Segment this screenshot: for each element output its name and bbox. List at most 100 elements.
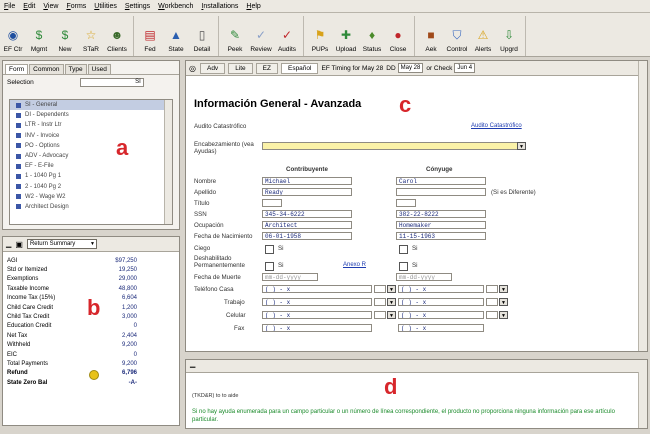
tab-common[interactable]: Common [29, 64, 64, 74]
spouse-ssn-input[interactable]: 382-22-8222 [396, 210, 486, 218]
menu-utilities[interactable]: Utilities [90, 3, 121, 10]
header-field[interactable] [262, 142, 526, 150]
close-button[interactable]: ● Close [386, 27, 410, 56]
taxpayer-home-phone-ext[interactable] [374, 285, 386, 293]
help-scrollbar[interactable] [638, 372, 647, 428]
fed-button[interactable]: ▤ Fed [138, 27, 162, 56]
taxpayer-last-name-input[interactable]: Ready [262, 188, 352, 196]
spouse-title-input[interactable] [396, 199, 416, 207]
taxpayer-home-phone-input[interactable]: ( ) - x [262, 285, 372, 293]
spouse-death-date-input[interactable]: mm-dd-yyyy [396, 273, 452, 281]
alerts-button[interactable]: ⚠ Alerts [471, 27, 495, 56]
dd-date-field[interactable]: May 28 [397, 63, 424, 73]
form-detail-scrollbar[interactable] [638, 61, 647, 351]
audits-button[interactable]: ✓ Audits [275, 27, 299, 56]
taxpayer-title-input[interactable] [262, 199, 282, 207]
menu-edit[interactable]: Edit [19, 3, 39, 10]
taxpayer-first-name-input[interactable]: Michael [262, 177, 352, 185]
refresh-icon[interactable]: ◎ [189, 64, 196, 73]
menu-forms[interactable]: Forms [62, 3, 90, 10]
upgrd-button[interactable]: ⇩ Upgrd [497, 27, 521, 56]
minimize-icon[interactable]: ▁ [6, 240, 11, 248]
taxpayer-cell-phone-input[interactable]: ( ) - x [262, 311, 372, 319]
taxpayer-fax-input[interactable]: ( ) - x [262, 324, 372, 332]
spouse-dob-input[interactable]: 11-15-1963 [396, 232, 486, 240]
spouse-home-phone-input[interactable]: ( ) - x [398, 285, 484, 293]
form-list-item[interactable]: ADV - Advocacy [10, 151, 172, 161]
menu-file[interactable]: File [0, 3, 19, 10]
spouse-home-phone-dropdown[interactable]: ▼ [499, 285, 508, 293]
form-list-item[interactable]: 2 - 1040 Pg 2 [10, 182, 172, 192]
taxpayer-home-phone-dropdown[interactable]: ▼ [387, 285, 396, 293]
star-button[interactable]: ☆ STaR [79, 27, 103, 56]
form-list-item[interactable]: 1 - 1040 Pg 1 [10, 171, 172, 181]
spouse-disabled-checkbox[interactable] [399, 262, 408, 271]
annex-r-link[interactable]: Anexo R [343, 262, 366, 268]
menu-view[interactable]: View [39, 3, 62, 10]
upload-button[interactable]: ✚ Upload [334, 27, 358, 56]
spouse-last-name-input[interactable] [396, 188, 486, 196]
ef-ctr-button[interactable]: ◉ EF Ctr [1, 27, 25, 56]
clients-button[interactable]: ☻ Clients [105, 27, 129, 56]
form-list-item[interactable]: INV - Invoice [10, 131, 172, 141]
ez-button[interactable]: EZ [255, 62, 278, 74]
taxpayer-dob-input[interactable]: 06-01-1958 [262, 232, 352, 240]
spouse-work-phone-input[interactable]: ( ) - x [398, 298, 484, 306]
pups-button[interactable]: ⚑ PUPs [308, 27, 332, 56]
form-list-item[interactable]: W2 - Wage W2 [10, 192, 172, 202]
mgmt-button[interactable]: $ Mgmt [27, 27, 51, 56]
lite-button[interactable]: Lite [228, 62, 253, 74]
form-list-item[interactable]: SI - General [10, 100, 172, 111]
form-list-item[interactable]: DI - Dependents [10, 110, 172, 120]
form-list-item[interactable]: PO - Options [10, 141, 172, 151]
peek-button[interactable]: ✎ Peek [223, 27, 247, 56]
spouse-blind-checkbox[interactable] [399, 245, 408, 254]
menu-workbench[interactable]: Workbench [154, 3, 197, 10]
header-dropdown-button[interactable]: ▼ [517, 142, 526, 150]
taxpayer-work-phone-dropdown[interactable]: ▼ [387, 298, 396, 306]
tab-form[interactable]: Form [5, 64, 29, 74]
status-button[interactable]: ♦ Status [360, 27, 384, 56]
form-list-item[interactable]: LTR - Instr Ltr [10, 120, 172, 130]
taxpayer-death-date-input[interactable]: mm-dd-yyyy [262, 273, 318, 281]
tab-used[interactable]: Used [87, 64, 111, 74]
minimize-icon[interactable]: ▁ [190, 361, 195, 368]
detail-button[interactable]: ▯ Detail [190, 27, 214, 56]
taxpayer-work-phone-ext[interactable] [374, 298, 386, 306]
forms-list-scrollbar[interactable] [164, 100, 172, 224]
tab-type[interactable]: Type [64, 64, 87, 74]
spouse-occupation-input[interactable]: Homemaker [396, 221, 486, 229]
taxpayer-ssn-input[interactable]: 345-34-6222 [262, 210, 352, 218]
taxpayer-occupation-input[interactable]: Architect [262, 221, 352, 229]
spouse-home-phone-ext[interactable] [486, 285, 498, 293]
state-button[interactable]: ▲ State [164, 27, 188, 56]
check-date-field[interactable]: Jun 4 [454, 63, 476, 73]
print-icon[interactable]: ▣ [15, 240, 23, 249]
taxpayer-cell-phone-dropdown[interactable]: ▼ [387, 311, 396, 319]
spouse-cell-phone-ext[interactable] [486, 311, 498, 319]
spouse-work-phone-dropdown[interactable]: ▼ [499, 298, 508, 306]
spouse-first-name-input[interactable]: Carol [396, 177, 486, 185]
menu-help[interactable]: Help [242, 3, 264, 10]
aek-button[interactable]: ■ Aek [419, 27, 443, 56]
control-button[interactable]: ⛉ Control [445, 27, 469, 56]
spouse-cell-phone-input[interactable]: ( ) - x [398, 311, 484, 319]
menu-settings[interactable]: Settings [121, 3, 154, 10]
audit-link[interactable]: Audito Catastrófico [471, 123, 522, 129]
espanol-button[interactable]: Español [280, 62, 319, 74]
advanced-button[interactable]: Adv [199, 62, 226, 74]
taxpayer-cell-phone-ext[interactable] [374, 311, 386, 319]
taxpayer-disabled-checkbox[interactable] [265, 262, 274, 271]
menu-installations[interactable]: Installations [197, 3, 242, 10]
new-button[interactable]: $ New [53, 27, 77, 56]
taxpayer-work-phone-input[interactable]: ( ) - x [262, 298, 372, 306]
return-summary-dropdown[interactable]: Return Summary ▼ [26, 239, 97, 249]
selection-input[interactable]: SI [79, 78, 144, 87]
review-button[interactable]: ✓ Review [249, 27, 273, 56]
spouse-fax-input[interactable]: ( ) - x [398, 324, 484, 332]
form-list-item[interactable]: Architect Design [10, 202, 172, 212]
spouse-cell-phone-dropdown[interactable]: ▼ [499, 311, 508, 319]
taxpayer-blind-checkbox[interactable] [265, 245, 274, 254]
form-list-item[interactable]: EF - E-File [10, 161, 172, 171]
spouse-work-phone-ext[interactable] [486, 298, 498, 306]
